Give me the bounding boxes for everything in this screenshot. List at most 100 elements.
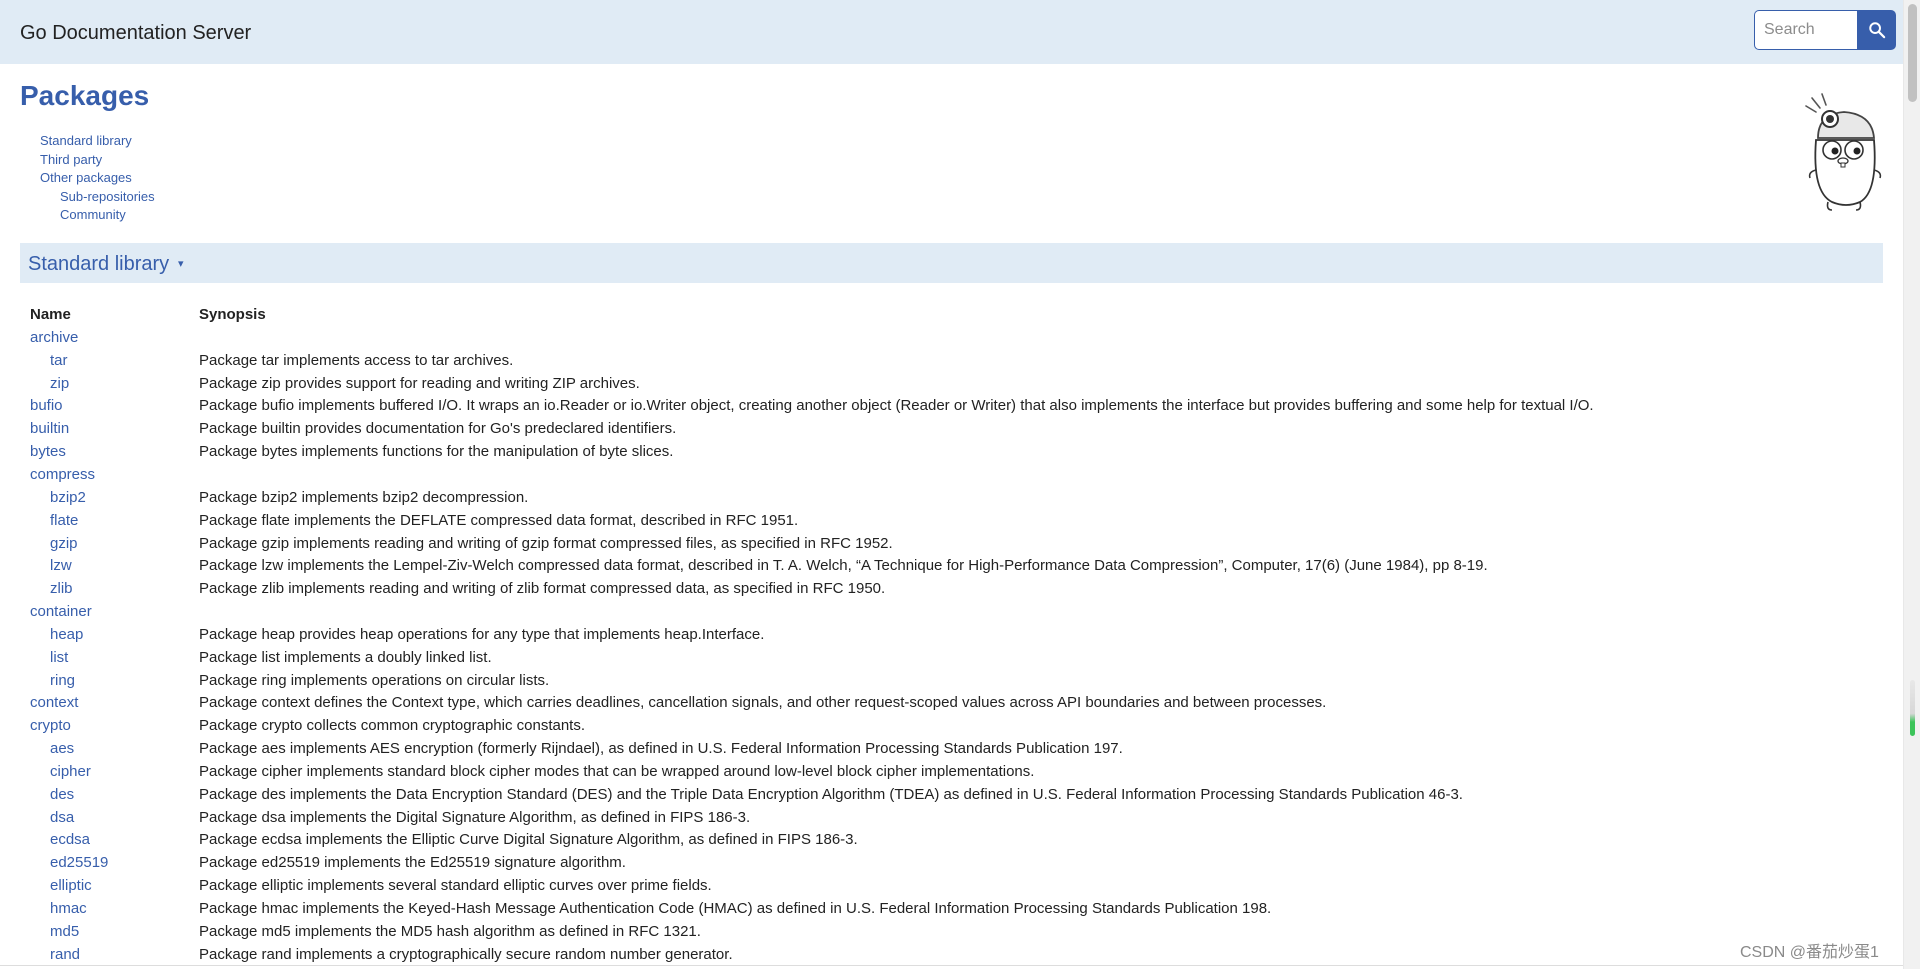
site-title-link[interactable]: Go Documentation Server [20,22,251,45]
table-row: crypto Package crypto collects common cry… [20,714,1883,737]
collapse-caret-icon: ▾ [178,258,184,270]
table-row: md5 Package md5 implements the MD5 hash a… [20,920,1883,943]
package-link[interactable]: ecdsa [50,831,90,848]
package-synopsis: Package tar implements access to tar arc… [199,351,514,369]
package-link[interactable]: dsa [50,809,74,826]
package-synopsis: Package zlib implements reading and writ… [199,580,886,598]
package-name-cell: compress [20,466,199,483]
package-name-cell: heap [20,626,199,643]
package-link[interactable]: crypto [30,717,71,734]
package-link[interactable]: aes [50,740,74,757]
toc-link[interactable]: Other packages [40,170,132,185]
package-name-cell: ring [20,672,199,689]
package-link[interactable]: cipher [50,763,91,780]
package-name-cell: cipher [20,763,199,780]
package-link[interactable]: compress [30,466,95,483]
package-name-cell: ecdsa [20,831,199,848]
package-name-cell: crypto [20,717,199,734]
package-name-cell: ed25519 [20,854,199,871]
package-link[interactable]: rand [50,946,80,963]
package-name-cell: bzip2 [20,489,199,506]
toc-item: Other packages [40,169,155,188]
package-name-cell: bytes [20,443,199,460]
package-synopsis: Package cipher implements standard block… [199,762,1035,780]
package-name-cell: context [20,694,199,711]
package-link[interactable]: zlib [50,580,73,597]
package-synopsis: Package builtin provides documentation f… [199,420,677,438]
package-synopsis: Package flate implements the DEFLATE com… [199,511,799,529]
package-synopsis: Package md5 implements the MD5 hash algo… [199,922,701,940]
table-row: cipher Package cipher implements standard… [20,760,1883,783]
table-row: builtin Package builtin provides document… [20,417,1883,440]
package-link[interactable]: heap [50,626,83,643]
package-synopsis: Package ecdsa implements the Elliptic Cu… [199,831,858,849]
package-link[interactable]: bzip2 [50,489,86,506]
table-of-contents: Standard library Third party Other package… [40,132,155,225]
package-synopsis: Package ring implements operations on ci… [199,671,550,689]
package-synopsis: Package hmac implements the Keyed-Hash M… [199,900,1272,918]
gopher-mascot-icon [1805,93,1882,211]
toc-link[interactable]: Sub-repositories [60,189,155,204]
package-name-cell: flate [20,512,199,529]
package-link[interactable]: bytes [30,443,66,460]
table-row: des Package des implements the Data Encry… [20,783,1883,806]
package-link[interactable]: hmac [50,900,87,917]
table-row: list Package list implements a doubly lin… [20,646,1883,669]
table-row: elliptic Package elliptic implements seve… [20,874,1883,897]
package-synopsis: Package elliptic implements several stan… [199,877,712,895]
package-name-cell: zlib [20,580,199,597]
package-link[interactable]: des [50,786,74,803]
package-link[interactable]: context [30,694,78,711]
table-row: archive [20,326,1883,349]
table-row: dsa Package dsa implements the Digital Si… [20,806,1883,829]
search-button[interactable] [1857,10,1896,50]
search-form [1754,10,1896,50]
page-title: Packages [20,80,150,111]
top-bar: Go Documentation Server [0,0,1903,64]
toc-link[interactable]: Standard library [40,133,132,148]
standard-library-section-header[interactable]: Standard library ▾ [20,243,1883,283]
package-name-cell: md5 [20,923,199,940]
package-link[interactable]: list [50,649,68,666]
search-icon [1868,22,1885,39]
toc-item: Community [40,206,155,225]
package-synopsis: Package bzip2 implements bzip2 decompres… [199,488,529,506]
package-link[interactable]: ring [50,672,75,689]
package-link[interactable]: bufio [30,397,63,414]
package-link[interactable]: flate [50,512,78,529]
package-link[interactable]: elliptic [50,877,92,894]
table-row: bytes Package bytes implements functions … [20,440,1883,463]
search-input[interactable] [1754,10,1857,50]
package-link[interactable]: tar [50,352,68,369]
package-link[interactable]: md5 [50,923,79,940]
package-link[interactable]: lzw [50,557,72,574]
package-synopsis: Package rand implements a cryptographica… [199,945,733,963]
package-synopsis: Package bytes implements functions for t… [199,443,674,461]
toc-item: Third party [40,151,155,170]
scroll-position-marker [1910,680,1915,736]
package-name-cell: hmac [20,900,199,917]
package-synopsis: Package context defines the Context type… [199,694,1327,712]
table-row: container [20,600,1883,623]
table-row: ed25519 Package ed25519 implements the Ed… [20,851,1883,874]
name-column-header: Name [30,305,71,323]
package-link[interactable]: builtin [30,420,69,437]
toc-link[interactable]: Community [60,207,126,222]
scrollbar-thumb[interactable] [1908,4,1917,102]
package-link[interactable]: gzip [50,535,78,552]
package-name-cell: tar [20,352,199,369]
package-link[interactable]: zip [50,375,69,392]
table-row: zlib Package zlib implements reading and … [20,577,1883,600]
page-scrollbar[interactable] [1903,0,1920,969]
package-link[interactable]: archive [30,329,78,346]
package-link[interactable]: container [30,603,92,620]
watermark: CSDN @番茄炒蛋1 [1740,944,1879,961]
package-name-cell: rand [20,946,199,963]
section-title: Standard library [28,253,170,275]
toc-link[interactable]: Third party [40,152,102,167]
package-synopsis: Package aes implements AES encryption (f… [199,740,1123,758]
package-link[interactable]: ed25519 [50,854,108,871]
table-row: aes Package aes implements AES encryption… [20,737,1883,760]
package-table: Name Synopsis archive tar Package tar impl… [20,302,1883,966]
package-synopsis: Package dsa implements the Digital Signa… [199,808,751,826]
